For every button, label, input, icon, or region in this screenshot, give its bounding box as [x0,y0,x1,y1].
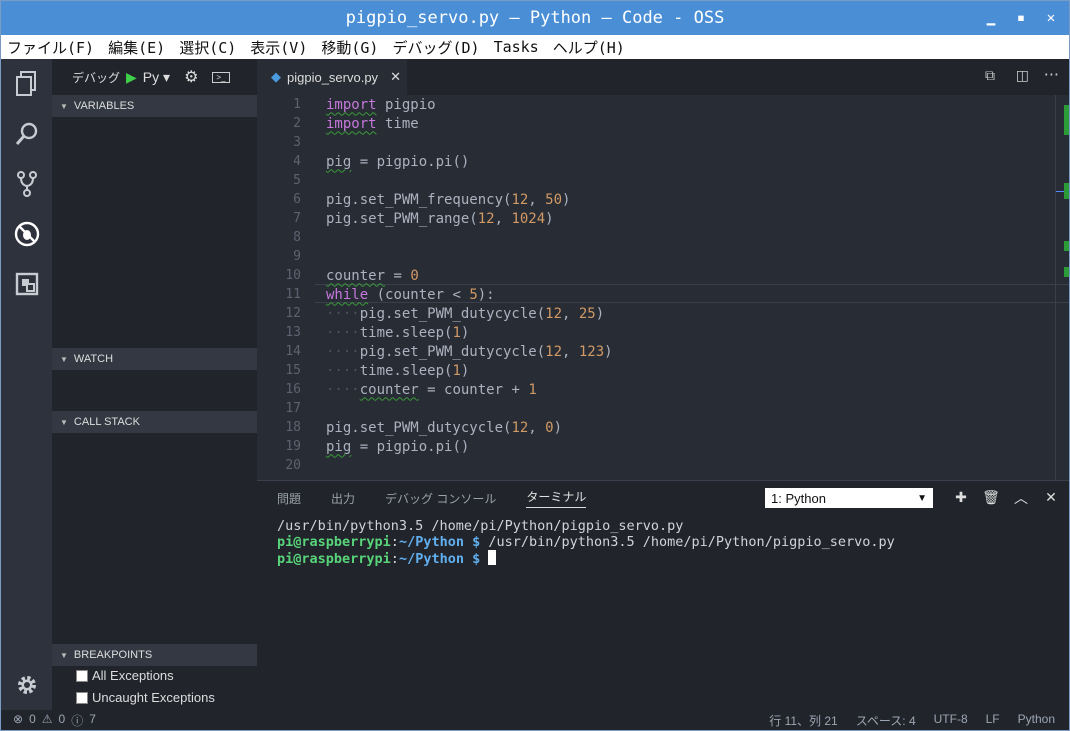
vscode-window: pigpio_servo.py — Python — Code - OSS ▁ … [0,0,1070,731]
indentation[interactable]: スペース: 4 [856,712,916,729]
extensions-icon[interactable] [1,259,52,309]
title-bar: pigpio_servo.py — Python — Code - OSS ▁ … [1,1,1069,35]
activity-bar [1,59,52,710]
debug-label: デバッグ [72,70,121,85]
menu-help[interactable]: ヘルプ(H) [553,37,625,58]
tab-problems[interactable]: 問題 [277,490,301,507]
breakpoint-item[interactable]: Uncaught Exceptions [76,690,215,705]
menu-edit[interactable]: 編集(E) [108,37,165,58]
bottom-panel: 問題 出力 デバッグ コンソール ターミナル 1: Python ▼ ✚ 🗑 ︿ … [257,480,1069,710]
debug-sidebar: デバッグ ▶ Py ▾ ⚙ >_ ▼ VARIABLES ▼ WATCH ▼ CALL… [52,59,257,710]
tab-output[interactable]: 出力 [331,490,355,507]
terminal-cursor [488,550,497,565]
menu-debug[interactable]: デバッグ(D) [392,37,479,58]
start-debug-icon[interactable]: ▶ [126,69,137,86]
watch-section-header[interactable]: ▼ WATCH [52,348,257,370]
split-editor-icon[interactable]: ◫ [1016,68,1029,84]
terminal-output[interactable]: /usr/bin/python3.5 /home/pi/Python/pigpi… [277,518,895,567]
tab-terminal[interactable]: ターミナル [526,488,587,508]
debug-toolbar: デバッグ ▶ Py ▾ ⚙ >_ [52,59,257,95]
menu-file[interactable]: ファイル(F) [7,37,94,58]
breakpoint-item[interactable]: All Exceptions [76,668,174,683]
minimize-icon[interactable]: ▁ [981,10,1001,26]
problems-counter[interactable]: ⊗ 0 ⚠ 0 ⓘ 7 [13,712,96,729]
callstack-section-header[interactable]: ▼ CALL STACK [52,411,257,433]
menu-go[interactable]: 移動(G) [321,37,378,58]
checkbox[interactable] [76,691,88,704]
cursor-position[interactable]: 行 11、列 21 [769,712,837,729]
window-title: pigpio_servo.py — Python — Code - OSS [345,8,725,28]
debug-config-select[interactable]: Py ▾ [143,69,170,86]
close-icon[interactable]: ✕ [1041,10,1061,26]
menu-bar: ファイル(F) 編集(E) 選択(C) 表示(V) 移動(G) デバッグ(D) … [1,35,1069,59]
source-control-icon[interactable] [1,159,52,209]
overview-ruler[interactable] [1055,95,1070,480]
new-terminal-icon[interactable]: ✚ [951,490,971,506]
debug-console-icon[interactable]: >_ [212,71,230,83]
line-ending[interactable]: LF [986,712,1000,729]
menu-tasks[interactable]: Tasks [494,38,539,56]
checkbox[interactable] [76,669,88,682]
close-tab-icon[interactable]: ✕ [390,69,401,85]
language-mode[interactable]: Python [1018,712,1055,729]
settings-gear-icon[interactable] [1,660,52,710]
search-icon[interactable] [1,109,52,159]
python-file-icon: ◆ [271,69,281,84]
status-bar: ⊗ 0 ⚠ 0 ⓘ 7 行 11、列 21 スペース: 4 UTF-8 LF Pyth… [1,710,1069,730]
explorer-icon[interactable] [1,59,52,109]
menu-selection[interactable]: 選択(C) [179,37,236,58]
debug-icon[interactable] [1,209,52,259]
tab-debug-console[interactable]: デバッグ コンソール [385,490,496,507]
close-panel-icon[interactable]: ✕ [1041,490,1061,506]
open-changes-icon[interactable]: ⧉ [985,68,995,84]
code-editor[interactable]: 1 import pigpio 2 import time 3 4 pig = pig… [257,95,1070,480]
encoding[interactable]: UTF-8 [934,712,968,729]
maximize-panel-icon[interactable]: ︿ [1011,488,1031,508]
more-actions-icon[interactable]: ··· [1044,65,1059,84]
menu-view[interactable]: 表示(V) [250,37,307,58]
info-icon: ⓘ [71,713,84,728]
terminal-select[interactable]: 1: Python ▼ [765,488,933,508]
trash-icon[interactable]: 🗑 [981,490,1001,506]
debug-settings-icon[interactable]: ⚙ [184,67,198,87]
error-icon: ⊗ [13,711,24,726]
tab-pigpio-servo[interactable]: ◆ pigpio_servo.py ✕ [257,59,407,95]
editor-tabs: ◆ pigpio_servo.py ✕ ⧉ ◫ ··· [257,59,1069,95]
maximize-icon[interactable]: ▪ [1011,10,1031,26]
breakpoints-section-header[interactable]: ▼ BREAKPOINTS [52,644,257,666]
warning-icon: ⚠ [41,711,53,726]
variables-section-header[interactable]: ▼ VARIABLES [52,95,257,117]
